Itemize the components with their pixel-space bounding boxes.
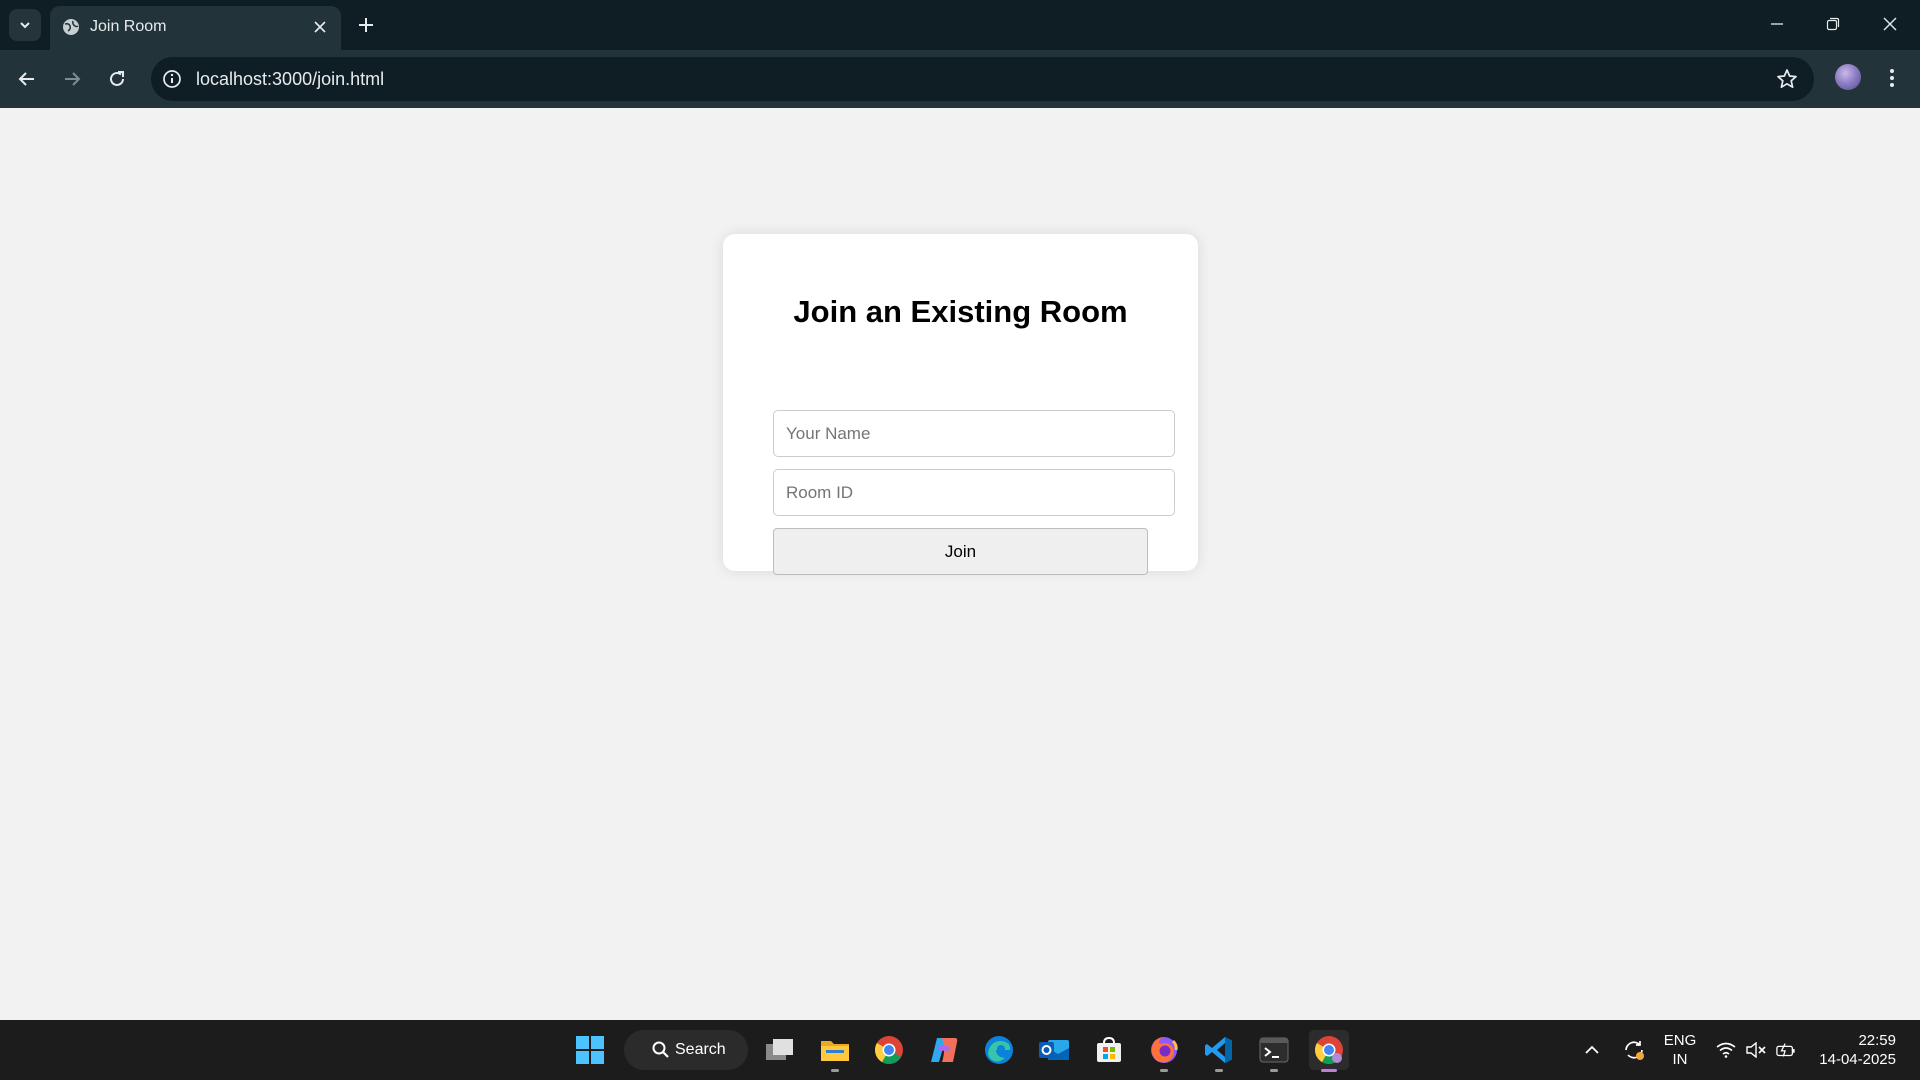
profile-avatar[interactable] xyxy=(1835,64,1861,90)
room-id-input[interactable] xyxy=(773,469,1175,516)
windows-taskbar: Search ENG IN 22:59 14-04-2025 xyxy=(0,1020,1920,1080)
close-icon xyxy=(1883,17,1897,31)
chrome-icon xyxy=(1315,1036,1343,1064)
tab-join-room[interactable]: Join Room xyxy=(50,6,341,50)
taskbar-outlook[interactable] xyxy=(1034,1030,1074,1070)
browser-tabstrip: Join Room xyxy=(0,0,1920,50)
wifi-icon xyxy=(1716,1042,1736,1058)
close-icon xyxy=(314,21,326,33)
battery-charging-icon xyxy=(1776,1043,1795,1057)
region-label: IN xyxy=(1672,1051,1688,1068)
wifi-status[interactable] xyxy=(1716,1040,1736,1060)
language-label: ENG xyxy=(1663,1032,1697,1049)
reload-icon xyxy=(110,71,124,86)
taskbar-edge[interactable] xyxy=(979,1030,1019,1070)
start-button[interactable] xyxy=(570,1030,610,1070)
chrome-icon xyxy=(875,1036,903,1064)
store-icon xyxy=(1097,1036,1121,1062)
outlook-icon xyxy=(1039,1040,1069,1060)
star-icon[interactable] xyxy=(1776,68,1798,90)
taskbar-terminal[interactable] xyxy=(1254,1030,1294,1072)
name-input[interactable] xyxy=(773,410,1175,457)
volume-status[interactable] xyxy=(1746,1040,1766,1060)
page-viewport: Join an Existing Room Join xyxy=(0,108,1920,1020)
tab-search-button[interactable] xyxy=(9,9,41,41)
taskbar-vscode[interactable] xyxy=(1199,1030,1239,1072)
input-language-indicator[interactable]: ENG IN xyxy=(1662,1031,1698,1069)
kebab-menu-icon xyxy=(1890,69,1894,87)
restore-icon xyxy=(1826,17,1840,31)
browser-toolbar: localhost:3000/join.html xyxy=(0,50,1920,108)
volume-muted-icon xyxy=(1746,1042,1766,1058)
clock[interactable]: 22:59 14-04-2025 xyxy=(1812,1031,1896,1069)
firefox-icon xyxy=(1151,1037,1178,1063)
windows-logo-icon xyxy=(576,1036,604,1064)
info-icon[interactable] xyxy=(161,68,183,90)
chevron-up-icon xyxy=(1585,1045,1599,1054)
taskbar-chrome[interactable] xyxy=(869,1030,909,1070)
restore-button[interactable] xyxy=(1805,0,1861,48)
taskbar-store[interactable] xyxy=(1089,1030,1129,1070)
back-arrow-icon xyxy=(18,72,34,86)
search-icon xyxy=(652,1041,669,1058)
clock-date: 14-04-2025 xyxy=(1819,1051,1896,1068)
page-title: Join an Existing Room xyxy=(793,294,1128,329)
address-url[interactable]: localhost:3000/join.html xyxy=(196,69,384,90)
task-view-button[interactable] xyxy=(760,1030,800,1070)
new-tab-button[interactable] xyxy=(352,11,380,39)
copilot-icon xyxy=(931,1038,958,1062)
task-view-icon xyxy=(766,1039,793,1060)
battery-status[interactable] xyxy=(1776,1040,1796,1060)
chevron-down-icon xyxy=(20,22,30,29)
sync-icon xyxy=(1625,1041,1644,1060)
plus-icon xyxy=(359,18,373,32)
browser-menu-button[interactable] xyxy=(1878,64,1906,92)
forward-button[interactable] xyxy=(56,63,88,95)
join-room-card: Join an Existing Room Join xyxy=(723,234,1198,575)
minimize-button[interactable] xyxy=(1749,0,1805,48)
minimize-icon xyxy=(1771,23,1783,25)
close-window-button[interactable] xyxy=(1862,0,1918,48)
taskbar-search[interactable]: Search xyxy=(624,1030,748,1070)
folder-icon xyxy=(821,1041,849,1061)
reload-button[interactable] xyxy=(101,63,133,95)
terminal-icon xyxy=(1259,1037,1289,1063)
taskbar-firefox[interactable] xyxy=(1144,1030,1184,1072)
globe-icon xyxy=(63,19,79,35)
edge-icon xyxy=(985,1036,1013,1064)
back-button[interactable] xyxy=(11,63,43,95)
sync-status-icon[interactable] xyxy=(1622,1038,1646,1062)
tab-title: Join Room xyxy=(90,18,167,35)
show-hidden-icons-button[interactable] xyxy=(1582,1040,1602,1060)
clock-time: 22:59 xyxy=(1858,1032,1896,1049)
taskbar-copilot[interactable] xyxy=(924,1030,964,1070)
forward-arrow-icon xyxy=(65,72,81,86)
vscode-icon xyxy=(1205,1037,1232,1063)
search-label: Search xyxy=(675,1041,726,1058)
tab-close-button[interactable] xyxy=(309,16,331,38)
address-bar[interactable]: localhost:3000/join.html xyxy=(151,57,1814,101)
taskbar-file-explorer[interactable] xyxy=(815,1030,855,1072)
join-button[interactable]: Join xyxy=(773,528,1148,575)
taskbar-chrome-active[interactable] xyxy=(1309,1030,1349,1072)
